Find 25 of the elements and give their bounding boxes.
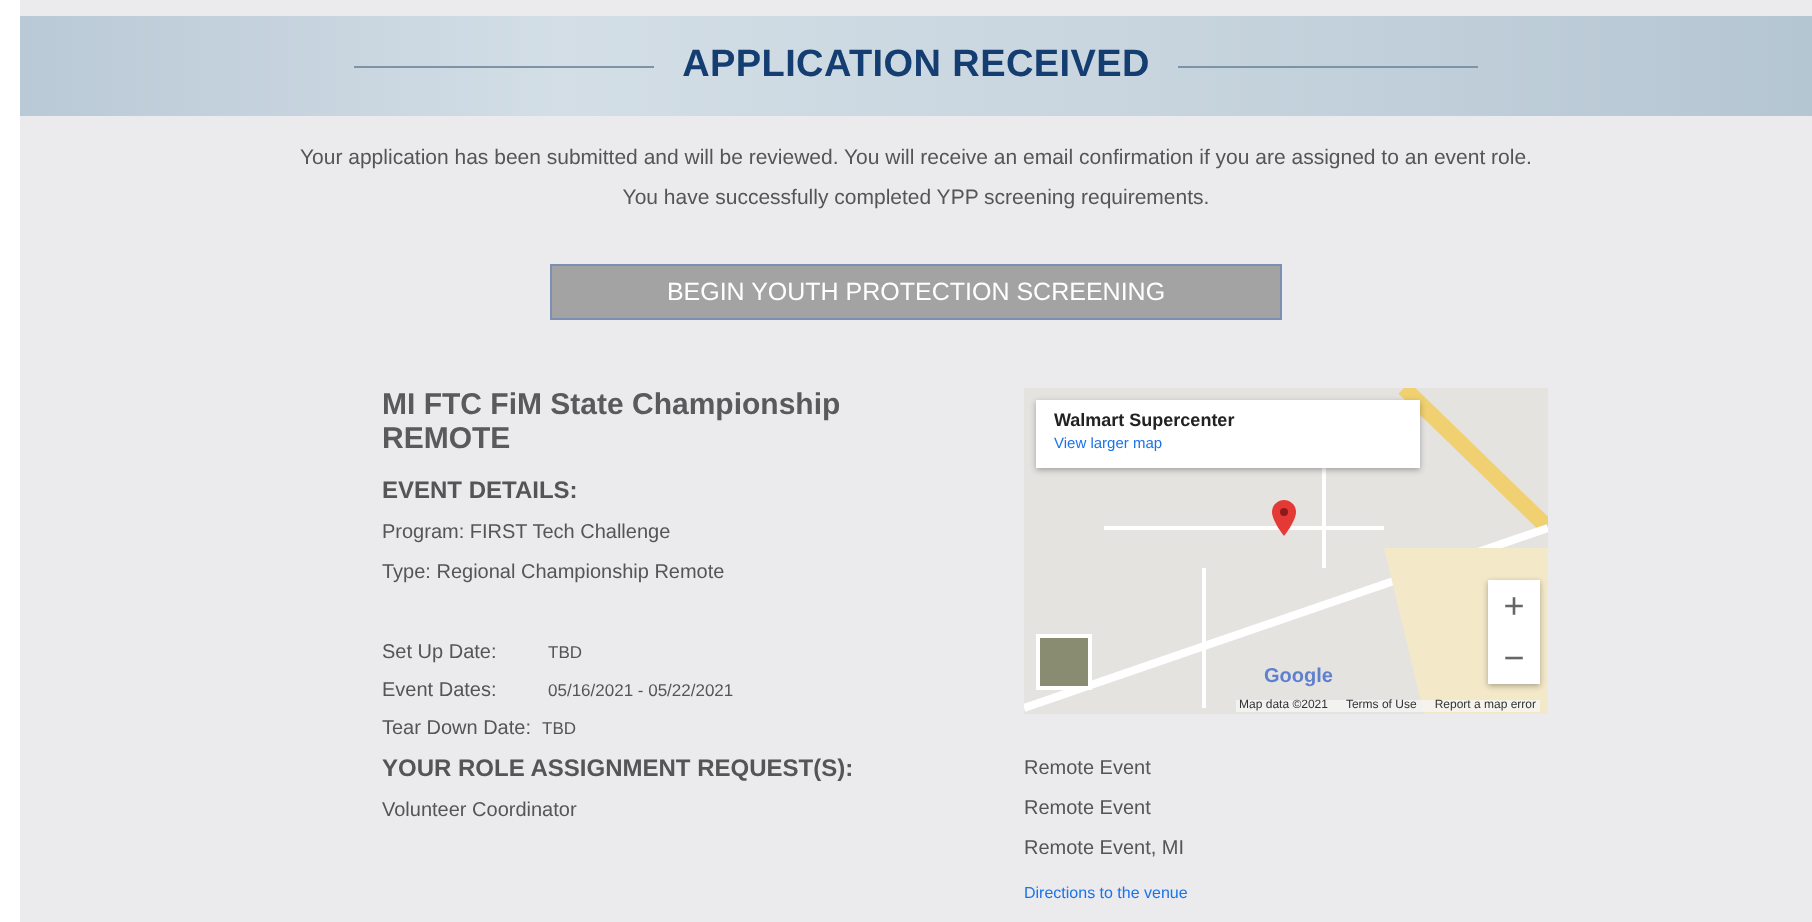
detail-text: Type: Regional Championship Remote — [382, 562, 727, 584]
date-value: TBD — [542, 718, 576, 738]
venue-text: Remote Event, MI — [1024, 838, 1187, 860]
role-text: Volunteer Coordinator — [382, 800, 579, 822]
date-label: Event Dates: — [382, 680, 499, 702]
map-pin-icon — [1272, 500, 1296, 536]
map-logo: Google — [1264, 666, 1333, 688]
date-label: Tear Down Date: — [382, 718, 533, 740]
venue-text: Remote Event — [1024, 798, 1153, 820]
status-message: Your application has been submitted and will be reviewed. You will receive an email confirmation if you are assigned to an event role. — [300, 146, 1532, 170]
detail-text: Program: FIRST Tech Challenge — [382, 522, 673, 544]
page-title: APPLICATION RECEIVED — [682, 44, 1150, 88]
section-heading: YOUR ROLE ASSIGNMENT REQUEST(S): — [382, 754, 856, 782]
date-value: 05/16/2021 - 05/22/2021 — [548, 680, 734, 700]
event-title: MI FTC FiM State Championship REMOTE — [382, 388, 843, 456]
zoom-out-button[interactable]: − — [1488, 632, 1540, 684]
zoom-in-button[interactable]: + — [1488, 580, 1540, 632]
section-heading: EVENT DETAILS: — [382, 476, 580, 504]
place-name: Walmart Supercenter — [1054, 410, 1237, 430]
date-label: Set Up Date: — [382, 642, 499, 664]
status-message: You have successfully completed YPP screening requirements. — [622, 186, 1210, 210]
venue-text: Remote Event — [1024, 758, 1153, 780]
date-value: TBD — [548, 642, 582, 662]
satellite-toggle[interactable] — [1036, 634, 1092, 690]
directions-link[interactable]: Directions to the venue — [1024, 884, 1552, 902]
